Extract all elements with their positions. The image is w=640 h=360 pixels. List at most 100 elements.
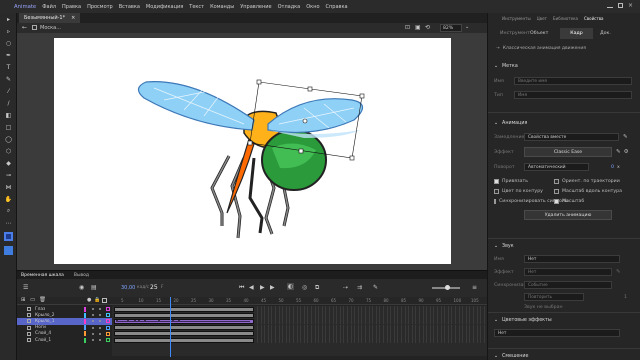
sound-effect-select[interactable]: Нет (524, 268, 612, 276)
timeline-menu-icon[interactable]: ≡ (472, 284, 477, 291)
back-arrow-icon[interactable]: ← (22, 24, 27, 31)
menu-view[interactable]: Просмотр (87, 4, 113, 10)
zoom-slider-handle[interactable] (445, 285, 450, 290)
outline-square-icon[interactable] (106, 331, 110, 336)
pencil-icon[interactable]: ✎ (616, 269, 621, 275)
scale-path-checkbox[interactable]: Масштаб вдоль контура (554, 189, 622, 194)
menu-file[interactable]: Файл (42, 4, 56, 10)
sync-symbols-checkbox[interactable]: Синхронизировать символы (494, 199, 569, 204)
rotate-select[interactable]: Автоматический (524, 163, 589, 171)
menu-help[interactable]: Справка (326, 4, 348, 10)
chevron-down-icon[interactable]: ⌄ (494, 244, 498, 249)
delete-layer-icon[interactable]: 🗑 (39, 297, 46, 303)
layer-name[interactable]: Крыло_2 (35, 313, 82, 318)
fluid-brush-icon[interactable]: ∕ (0, 97, 17, 109)
repeat-select[interactable]: Повторить (524, 293, 584, 301)
fly-illustration[interactable] (54, 38, 451, 264)
subtab-object[interactable]: Объект (530, 31, 548, 36)
subtab-frame[interactable]: Кадр (560, 28, 593, 39)
menu-commands[interactable]: Команды (210, 4, 234, 10)
menu-control[interactable]: Управление (240, 4, 271, 10)
fill-color-icon[interactable] (0, 243, 17, 257)
menu-window[interactable]: Окно (306, 4, 319, 10)
visibility-dot-icon[interactable] (92, 332, 94, 335)
layer-name[interactable]: Ноги (35, 325, 82, 330)
minimize-icon[interactable] (607, 7, 613, 8)
chevron-down-icon[interactable]: ⌄ (494, 354, 498, 359)
subtab-doc[interactable]: Док. (600, 31, 611, 36)
center-stage-icon[interactable]: ⊡ (405, 24, 410, 31)
rectangle-tool-icon[interactable]: □ (0, 121, 17, 133)
outline-square-icon[interactable] (106, 313, 110, 318)
frame-span[interactable] (114, 337, 254, 343)
settings-icon[interactable]: ⚙ (624, 149, 629, 155)
lock-dot-icon[interactable] (99, 332, 101, 335)
menu-modify[interactable]: Модификация (146, 4, 183, 10)
outline-square-icon[interactable] (106, 325, 110, 330)
visibility-header-icon[interactable]: ● (87, 297, 91, 303)
menu-insert[interactable]: Вставка (119, 4, 140, 10)
brush-frames-icon[interactable]: ✎ (373, 284, 378, 291)
visibility-dot-icon[interactable] (92, 339, 94, 342)
text-tool-icon[interactable]: T (0, 61, 17, 73)
tab-properties[interactable]: Свойства (584, 16, 604, 23)
eyedropper-icon[interactable]: ⊸ (0, 169, 17, 181)
label-section-title[interactable]: Метка (502, 64, 518, 69)
depth-icon[interactable]: ▤ (91, 284, 97, 291)
maximize-icon[interactable] (618, 3, 623, 8)
pencil-tool-icon[interactable]: ✎ (0, 73, 17, 85)
orient-path-checkbox[interactable]: Ориент. по траектории (554, 179, 620, 184)
scale-checkbox[interactable]: Масштаб (554, 199, 584, 204)
rotate-count[interactable]: 0 (611, 165, 614, 170)
chevron-down-icon[interactable]: ⌄ (465, 24, 469, 30)
tab-timeline[interactable]: Временная шкала (21, 273, 64, 278)
new-layer-icon[interactable]: ⊞ (21, 297, 26, 303)
frame-name-input[interactable]: Введите имя (514, 77, 632, 85)
pencil-icon[interactable]: ✎ (616, 149, 621, 155)
layer-color-swatch[interactable] (84, 306, 86, 312)
more-tools-icon[interactable]: ⋯ (0, 217, 17, 229)
lock-dot-icon[interactable] (99, 308, 101, 311)
layer-color-swatch[interactable] (84, 312, 86, 318)
visibility-dot-icon[interactable] (92, 320, 94, 323)
zoom-tool-icon[interactable]: ⌕ (0, 205, 17, 217)
visibility-dot-icon[interactable] (92, 308, 94, 311)
outline-header-icon[interactable] (102, 298, 107, 303)
selection-tool-icon[interactable]: ▸ (0, 13, 17, 25)
menu-text[interactable]: Текст (189, 4, 204, 10)
tween-section-title[interactable]: Анимация (502, 121, 527, 126)
frame-span[interactable] (114, 306, 254, 312)
outline-square-icon[interactable] (106, 338, 110, 343)
oval-tool-icon[interactable]: ◯ (0, 133, 17, 145)
layer-name[interactable]: Крыло_1 (35, 319, 82, 324)
document-tab[interactable]: Безымянный-1* × (19, 13, 81, 23)
snap-checkbox[interactable]: Привязать (494, 179, 554, 184)
rotate-stage-icon[interactable]: ⟲ (425, 24, 430, 31)
zoom-select[interactable]: 82% (440, 24, 462, 32)
frame-grid[interactable] (112, 306, 487, 356)
play-icon[interactable]: ▶ (260, 284, 265, 291)
edit-easing-icon[interactable]: ✎ (623, 134, 628, 140)
frame-ruler[interactable]: 5 10 15 20 25 30 35 40 45 50 55 60 65 70 75 80 85 90 95 100… (112, 297, 487, 305)
menu-edit[interactable]: Правка (62, 4, 81, 10)
hand-tool-icon[interactable]: ✋ (0, 193, 17, 205)
stage-canvas[interactable] (54, 38, 451, 264)
layer-row[interactable]: Слой_1 (17, 337, 112, 343)
subtab-tool[interactable]: Инструмент (500, 31, 530, 36)
bone-tool-icon[interactable]: ⋈ (0, 181, 17, 193)
prev-frame-icon[interactable]: ◀ (249, 284, 254, 291)
stroke-color-icon[interactable] (0, 229, 17, 243)
easing-select[interactable]: Свойства вместе (524, 133, 619, 141)
new-folder-icon[interactable]: ▭ (30, 297, 35, 303)
edit-multiple-icon[interactable]: ⧉ (315, 284, 319, 292)
frame-span[interactable] (114, 325, 254, 331)
brush-tool-icon[interactable]: ⁄ (0, 85, 17, 97)
chevron-down-icon[interactable]: ⌄ (494, 318, 498, 323)
color-effects-title[interactable]: Цветовые эффекты (502, 318, 552, 323)
tab-output[interactable]: Вывод (74, 273, 89, 278)
layer-name[interactable]: Глаз (35, 307, 82, 312)
classic-ease-button[interactable]: Classic Ease (524, 147, 612, 157)
chevron-down-icon[interactable]: ⌄ (494, 121, 498, 126)
onion-outline-icon[interactable]: ◎ (302, 284, 307, 291)
onion-skin-icon[interactable]: ◐ (287, 283, 295, 290)
